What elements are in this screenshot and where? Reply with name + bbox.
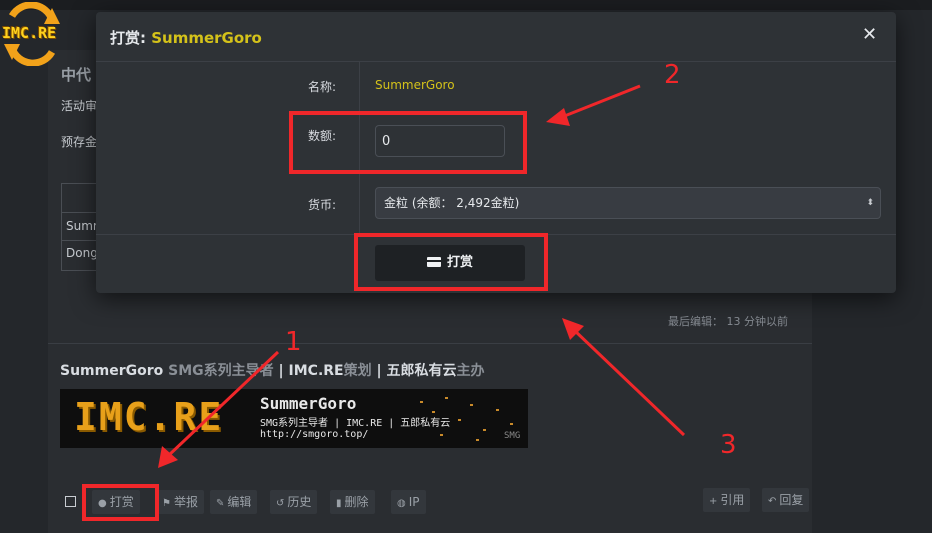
annotation-arrow-3	[572, 328, 686, 437]
annotation-arrowhead-2	[546, 108, 570, 126]
annotation-arrow-2	[561, 84, 641, 119]
annotation-arrow-1	[166, 350, 280, 458]
annotation-arrows	[158, 84, 686, 468]
